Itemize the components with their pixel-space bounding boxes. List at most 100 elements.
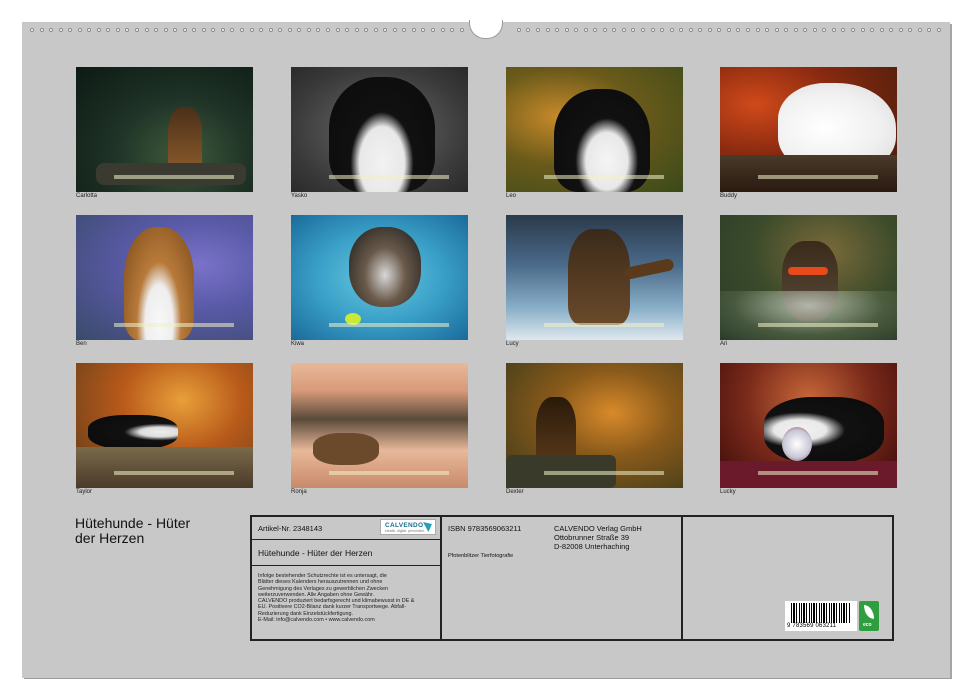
photo-caption: Buddy [720, 193, 738, 199]
binding-ring [679, 28, 684, 32]
binding-ring [68, 28, 73, 32]
binding-ring [870, 28, 875, 32]
binding-ring [822, 28, 827, 32]
calendar-title: Hütehunde - Hüter der Herzen [75, 516, 235, 546]
photo-caption: Carlotta [76, 193, 98, 199]
binding-ring [736, 28, 741, 32]
binding-ring [163, 28, 168, 32]
photo-strip [758, 323, 878, 327]
binding-ring [851, 28, 856, 32]
binding-ring [860, 28, 865, 32]
binding-ring [87, 28, 92, 32]
binding-ring [345, 28, 350, 32]
imprint-column-publisher: ISBN 9783569063211 Pfotenblitzer Tierfot… [442, 517, 683, 639]
binding-ring [803, 28, 808, 32]
binding-ring [96, 28, 101, 32]
dog-silhouette [168, 107, 202, 171]
photo-caption: Ronja [291, 489, 307, 495]
photo-caption: Ben [76, 341, 87, 347]
binding-ring [450, 28, 455, 32]
photo-buddy [720, 67, 897, 192]
photo-caption: Leo [506, 193, 517, 199]
calvendo-logo: CALVENDO kreativ. digital. persönlich. [380, 519, 436, 535]
binding-ring [917, 28, 922, 32]
binding-ring [115, 28, 120, 32]
photo-leo [506, 67, 683, 192]
photo-caption: Ari [720, 341, 728, 347]
title-line: Hütehunde - Hüter [75, 515, 191, 531]
photo-caption: Lucky [720, 489, 736, 495]
binding-ring [249, 28, 254, 32]
photo-strip [114, 175, 234, 179]
binding-ring [364, 28, 369, 32]
binding-ring [564, 28, 569, 32]
dog-body [568, 229, 630, 325]
binding-ring [631, 28, 636, 32]
photo-strip [758, 471, 878, 475]
photo-lucky [720, 363, 897, 488]
photo-strip [114, 323, 234, 327]
binding-ring [39, 28, 44, 32]
legal-line: E-Mail: info@calvendo.com • www.calvendo… [258, 617, 375, 624]
photo-caption: Kiwa [291, 341, 305, 347]
photo-caption: Dexter [506, 489, 524, 495]
binding-ring [297, 28, 302, 32]
binding-ring [58, 28, 63, 32]
binding-ring [230, 28, 235, 32]
binding-ring [621, 28, 626, 32]
binding-ring [774, 28, 779, 32]
imprint-column-article: Artikel-Nr. 2348143 CALVENDO kreativ. di… [252, 517, 442, 639]
binding-ring [402, 28, 407, 32]
binding-ring [220, 28, 225, 32]
dog-body [88, 415, 178, 449]
binding-ring [192, 28, 197, 32]
photographer: Pfotenblitzer Tierfotografie [448, 553, 514, 559]
binding-ring [879, 28, 884, 32]
eco-badge-icon: eco [859, 601, 879, 631]
binding-ring [650, 28, 655, 32]
dog-body [313, 433, 379, 465]
binding-ring [717, 28, 722, 32]
binding-ring [936, 28, 941, 32]
photo-strip [329, 323, 449, 327]
binding-ring [793, 28, 798, 32]
binding-ring [555, 28, 560, 32]
barcode-bars [791, 603, 851, 623]
binding-ring [106, 28, 111, 32]
leaf-icon [864, 605, 874, 619]
binding-ring [698, 28, 703, 32]
binding-ring [173, 28, 178, 32]
binding-ring [660, 28, 665, 32]
binding-ring [927, 28, 932, 32]
publisher-line: CALVENDO Verlag GmbH [554, 524, 642, 533]
binding-ring [182, 28, 187, 32]
binding-ring [325, 28, 330, 32]
water [76, 447, 253, 488]
binding-ring [411, 28, 416, 32]
binding-ring [278, 28, 283, 32]
log [96, 163, 246, 185]
binding-ring [211, 28, 216, 32]
binding-ring [392, 28, 397, 32]
binding-ring [268, 28, 273, 32]
article-number: Artikel-Nr. 2348143 [258, 524, 323, 533]
binding-ring [354, 28, 359, 32]
dog-head [349, 227, 421, 307]
binding-ring [755, 28, 760, 32]
toy [788, 267, 828, 275]
binding-ring [545, 28, 550, 32]
snow-globe [782, 427, 812, 461]
photo-caption: Taylor [76, 489, 93, 495]
binding-ring [30, 28, 34, 32]
binding-ring [287, 28, 292, 32]
binding-ring [125, 28, 130, 32]
photo-strip [329, 175, 449, 179]
binding-ring [669, 28, 674, 32]
binding-ring [259, 28, 264, 32]
binding-ring [707, 28, 712, 32]
photo-strip [329, 471, 449, 475]
sheet-shadow-right [950, 24, 952, 679]
binding-ring [144, 28, 149, 32]
binding-ring [526, 28, 531, 32]
binding-ring [516, 28, 521, 32]
